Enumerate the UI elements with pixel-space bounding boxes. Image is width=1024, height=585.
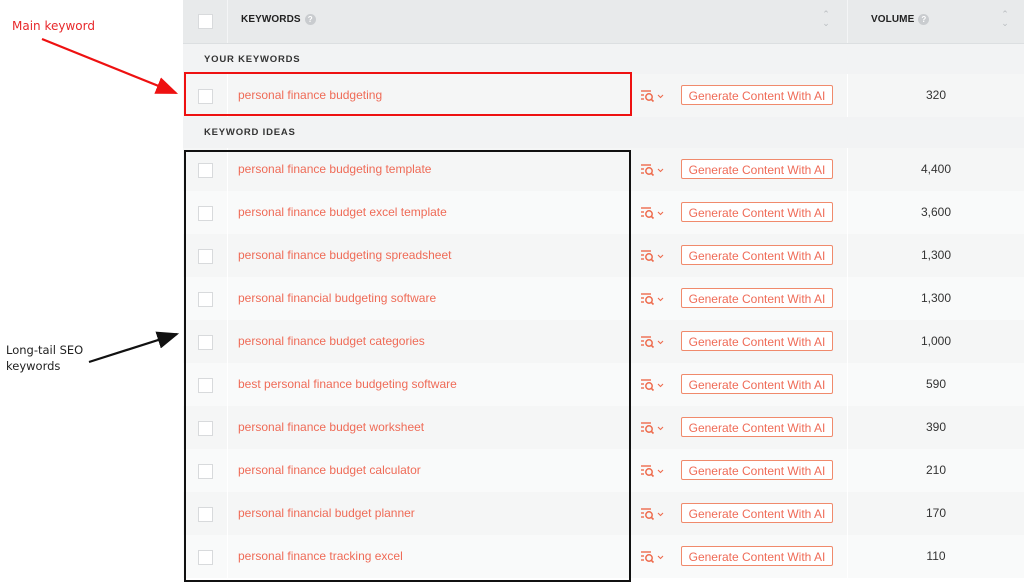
arrow-to-main-keyword xyxy=(41,37,179,95)
annotation-arrows xyxy=(41,37,180,364)
arrow-to-long-tail xyxy=(88,331,180,364)
